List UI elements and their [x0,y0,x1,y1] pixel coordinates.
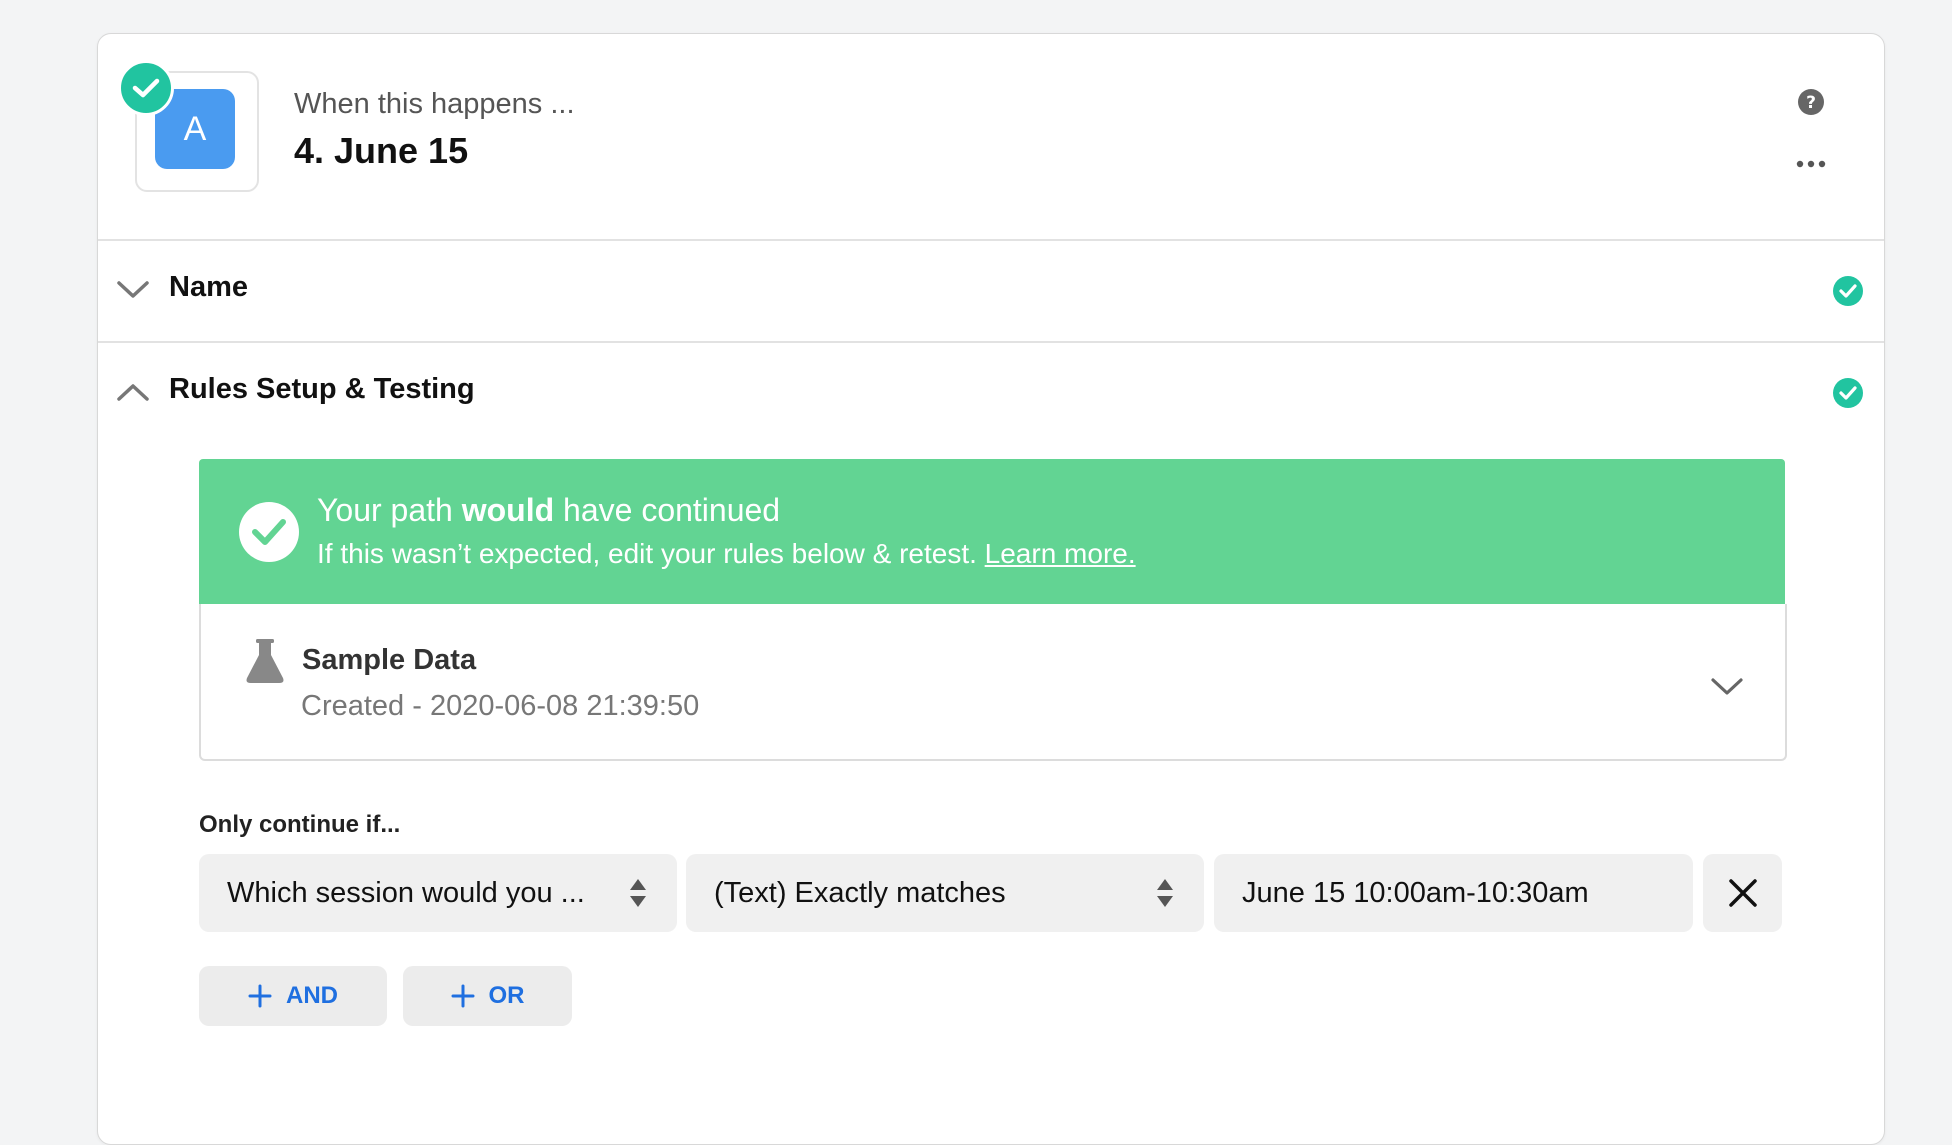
rule-field-value: Which session would you ... [227,876,585,909]
remove-rule-button[interactable] [1703,854,1782,932]
test-result-banner: Your path would have continued If this w… [199,459,1785,604]
sample-data-title: Sample Data [302,644,477,676]
rule-field-select[interactable]: Which session would you ... [199,854,677,932]
plus-icon [451,984,474,1008]
rule-value-text: June 15 10:00am-10:30am [1242,876,1589,909]
close-icon [1728,879,1757,907]
chevron-down-icon[interactable] [116,279,150,301]
trigger-step-card: A When this happens ... 4. June 15 ? Nam… [97,33,1885,1145]
help-icon[interactable]: ? [1798,89,1824,115]
section-complete-check-icon [1833,276,1863,306]
banner-title: Your path would have continued [317,492,781,528]
step-complete-check-icon [118,60,174,116]
chevron-up-icon[interactable] [116,381,150,403]
rule-condition-select[interactable]: (Text) Exactly matches [686,854,1204,932]
svg-text:?: ? [1806,93,1816,113]
section-name-title[interactable]: Name [169,271,248,304]
rule-value-input[interactable]: June 15 10:00am-10:30am [1214,854,1693,932]
section-complete-check-icon [1833,378,1863,408]
learn-more-link[interactable]: Learn more. [985,538,1136,569]
and-label: AND [286,982,338,1009]
rules-label: Only continue if... [199,811,401,838]
success-check-icon [239,502,299,562]
step-header: A When this happens ... 4. June 15 ? [98,34,1884,241]
add-and-rule-button[interactable]: AND [199,966,387,1026]
banner-subtitle: If this wasn’t expected, edit your rules… [317,538,1136,569]
sort-arrows-icon [1157,879,1173,907]
step-subtitle: When this happens ... [294,88,575,120]
flask-icon [246,639,284,683]
section-name[interactable]: Name [98,241,1884,343]
step-title[interactable]: 4. June 15 [294,130,468,172]
rule-condition-value: (Text) Exactly matches [714,876,1006,909]
sample-created-timestamp: Created - 2020-06-08 21:39:50 [301,690,700,722]
plus-icon [248,984,272,1008]
section-rules-setup[interactable]: Rules Setup & Testing [98,343,1884,443]
sample-data-panel[interactable]: Sample Data Created - 2020-06-08 21:39:5… [199,604,1787,761]
or-label: OR [488,982,525,1009]
add-or-rule-button[interactable]: OR [403,966,572,1026]
more-options-icon[interactable] [1795,156,1827,172]
chevron-down-icon[interactable] [1710,676,1744,698]
sort-arrows-icon [630,879,646,907]
section-rules-title[interactable]: Rules Setup & Testing [169,373,475,406]
